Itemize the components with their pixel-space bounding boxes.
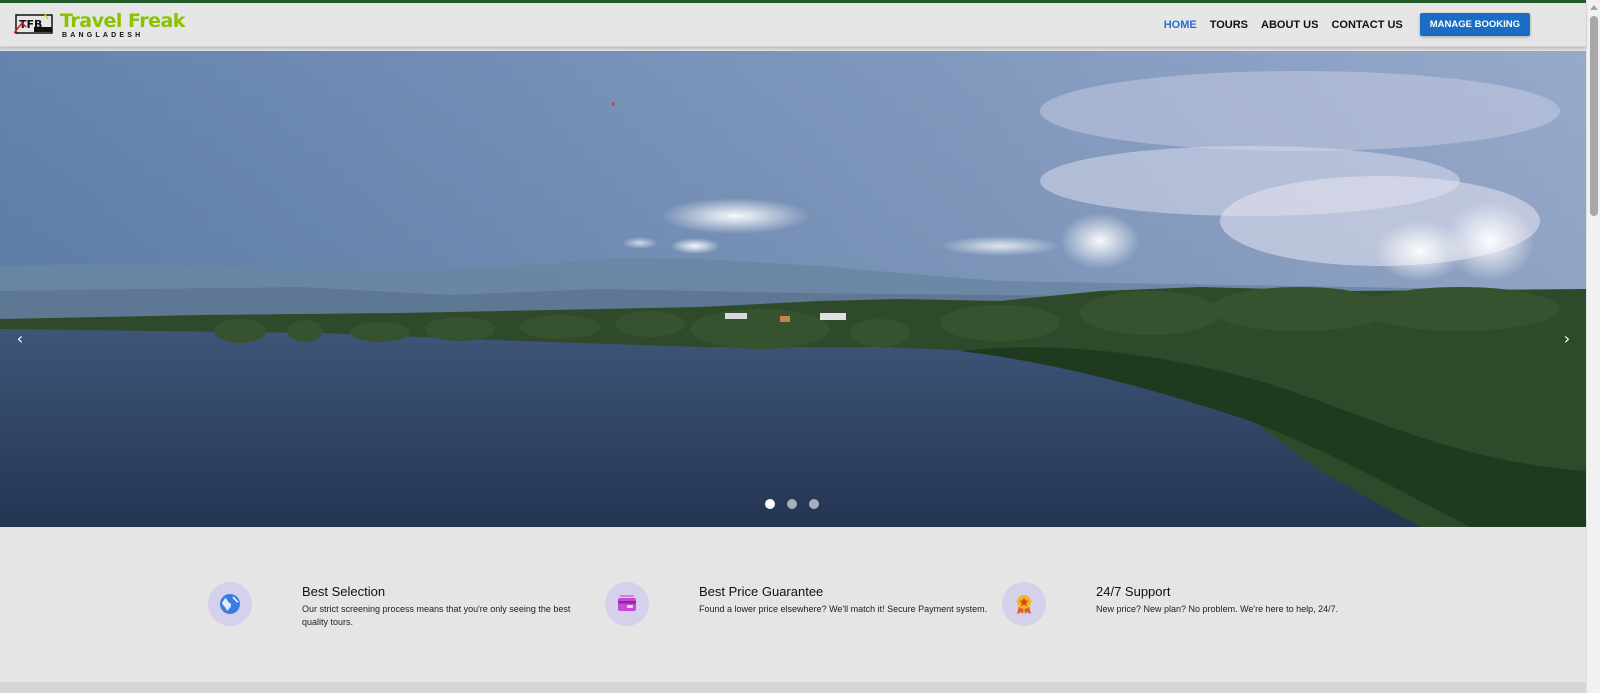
brand-subtitle: BANGLADESH — [62, 32, 144, 39]
logo-badge-icon: TFB — [14, 12, 53, 34]
site-header: TFB Travel Freak BANGLADESH HOME TOURS A… — [0, 3, 1586, 47]
scrollbar-thumb[interactable] — [1590, 16, 1598, 216]
carousel-indicators — [765, 499, 831, 509]
manage-booking-button[interactable]: MANAGE BOOKING — [1419, 13, 1530, 36]
feature-description: Found a lower price elsewhere? We'll mat… — [699, 604, 988, 614]
chevron-right-icon: › — [1563, 329, 1571, 348]
feature-support: 24/7 Support New price? New plan? No pro… — [1002, 582, 1382, 632]
chevron-left-icon: ‹ — [16, 329, 24, 348]
nav-contact-us[interactable]: CONTACT US — [1331, 19, 1402, 31]
features-section: Best Selection Our strict screening proc… — [0, 527, 1586, 682]
carousel-dot-3[interactable] — [809, 499, 819, 509]
carousel-dot-1[interactable] — [765, 499, 775, 509]
feature-best-selection: Best Selection Our strict screening proc… — [208, 582, 588, 632]
scroll-up-arrow-icon[interactable] — [1590, 5, 1598, 10]
feature-description: Our strict screening process means that … — [302, 604, 571, 627]
nav-home[interactable]: HOME — [1164, 19, 1197, 31]
main-nav: HOME TOURS ABOUT US CONTACT US MANAGE BO… — [1151, 13, 1530, 36]
next-section-edge — [0, 682, 1586, 693]
hero-carousel: ‹ › — [0, 51, 1586, 527]
carousel-next-arrow[interactable]: › — [1558, 330, 1576, 348]
award-medal-icon — [1002, 582, 1046, 626]
feature-title: Best Selection — [302, 584, 386, 599]
site-logo[interactable]: TFB Travel Freak BANGLADESH — [14, 10, 185, 41]
feature-title: Best Price Guarantee — [699, 584, 824, 599]
nav-tours[interactable]: TOURS — [1210, 19, 1248, 31]
credit-card-icon — [605, 582, 649, 626]
brand-title: Travel Freak — [60, 10, 185, 32]
feature-title: 24/7 Support — [1096, 584, 1171, 599]
hero-slide-image — [0, 51, 1586, 527]
carousel-prev-arrow[interactable]: ‹ — [11, 330, 29, 348]
nav-about-us[interactable]: ABOUT US — [1261, 19, 1318, 31]
feature-best-price: Best Price Guarantee Found a lower price… — [605, 582, 987, 632]
carousel-dot-2[interactable] — [787, 499, 797, 509]
page-scrollbar[interactable] — [1586, 0, 1600, 693]
globe-icon — [208, 582, 252, 626]
feature-description: New price? New plan? No problem. We're h… — [1096, 604, 1339, 614]
